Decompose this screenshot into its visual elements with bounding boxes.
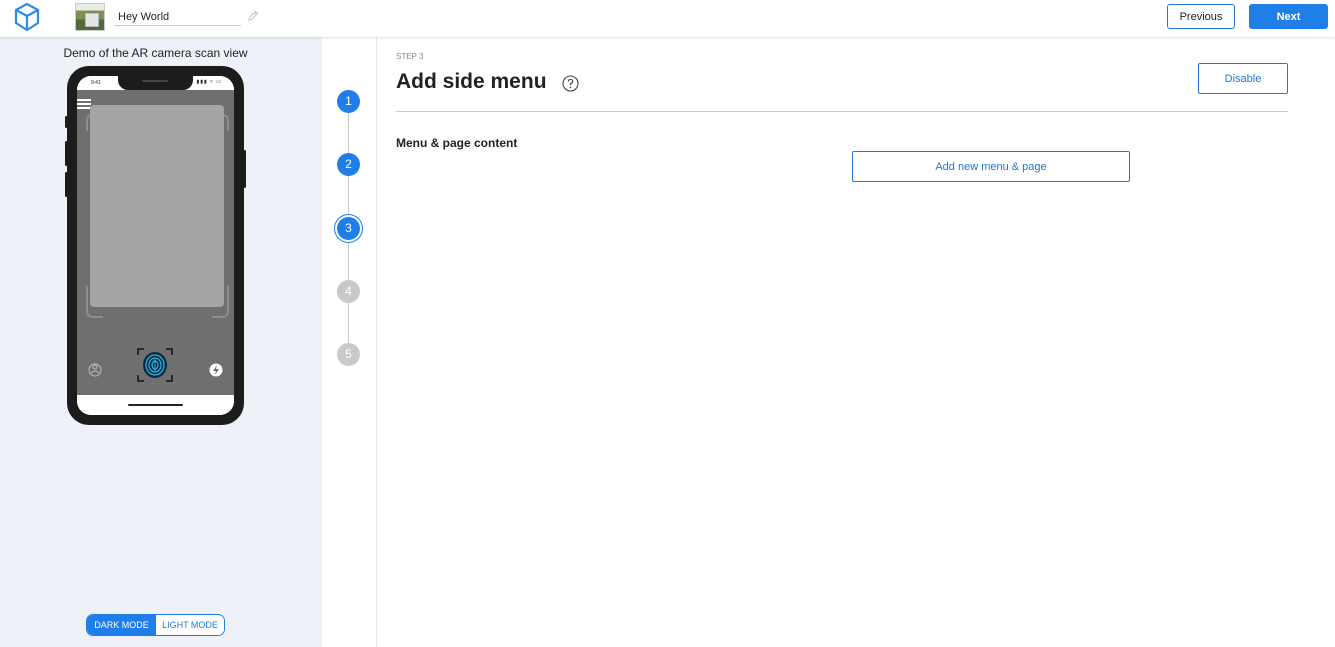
page-title: Add side menu: [396, 70, 547, 93]
light-mode-button[interactable]: LIGHT MODE: [156, 615, 224, 635]
step-3[interactable]: 3: [337, 217, 360, 240]
preview-caption: Demo of the AR camera scan view: [63, 46, 248, 60]
hamburger-menu-icon[interactable]: [77, 98, 91, 110]
project-thumbnail[interactable]: [75, 3, 105, 31]
camera-controls: [88, 348, 223, 382]
step-indicator: STEP 3: [396, 52, 424, 61]
phone-button: [65, 172, 68, 197]
phone-button: [65, 141, 68, 166]
dark-mode-button[interactable]: DARK MODE: [87, 615, 156, 635]
add-menu-page-button[interactable]: Add new menu & page: [852, 151, 1130, 182]
previous-button[interactable]: Previous: [1167, 4, 1235, 29]
phone-button: [65, 116, 68, 128]
cube-logo-icon[interactable]: [14, 2, 40, 32]
help-icon[interactable]: [562, 75, 579, 92]
status-icons: ▮▮▮ ≈ ▭: [196, 79, 222, 85]
phone-notch: [118, 76, 193, 90]
step-2[interactable]: 2: [337, 153, 360, 176]
home-indicator-area: [77, 395, 234, 415]
main-content: STEP 3 Add side menu Disable Menu & page…: [378, 37, 1335, 647]
project-name-input[interactable]: [114, 8, 241, 26]
flash-icon[interactable]: [209, 363, 223, 377]
step-1[interactable]: 1: [337, 90, 360, 113]
status-time: 9:41: [91, 80, 101, 86]
next-button[interactable]: Next: [1249, 4, 1328, 29]
user-avatar-icon[interactable]: [88, 363, 102, 377]
step-navigator: 1 2 3 4 5: [322, 37, 377, 647]
step-4[interactable]: 4: [337, 280, 360, 303]
theme-mode-toggle: DARK MODE LIGHT MODE: [86, 614, 225, 636]
header-divider: [396, 111, 1288, 112]
preview-panel: Demo of the AR camera scan view 9:41 ▮▮▮…: [0, 37, 322, 647]
phone-screen: 9:41 ▮▮▮ ≈ ▭: [77, 76, 234, 415]
phone-mockup: 9:41 ▮▮▮ ≈ ▭: [65, 66, 246, 425]
step-5[interactable]: 5: [337, 343, 360, 366]
home-indicator: [128, 404, 183, 406]
pencil-icon[interactable]: [246, 9, 260, 23]
top-bar: Previous Next: [0, 0, 1335, 37]
scan-target-area: [90, 105, 224, 307]
phone-button: [243, 150, 246, 188]
section-heading: Menu & page content: [396, 136, 518, 150]
camera-view: [77, 90, 234, 395]
disable-button[interactable]: Disable: [1198, 63, 1288, 94]
fingerprint-scan-icon[interactable]: [137, 348, 173, 382]
